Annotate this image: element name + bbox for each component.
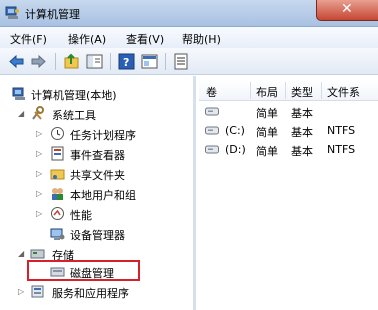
up-folder-icon[interactable] [63, 53, 80, 70]
tree-label: 计算机管理(本地) [31, 89, 117, 102]
cell-type: 基本 [291, 107, 313, 120]
window-title: 计算机管理 [25, 8, 80, 21]
menu-view[interactable]: 查看(V) [126, 31, 164, 47]
column-header-layout[interactable]: 布局 [256, 84, 278, 100]
cell-layout: 简单 [256, 107, 278, 120]
event-viewer-icon [51, 146, 64, 161]
tree-item-event-viewer[interactable]: ▷ 事件查看器 [0, 144, 195, 164]
forward-arrow-icon[interactable] [30, 53, 47, 70]
cell-filesystem: NTFS [327, 143, 356, 156]
storage-icon [30, 249, 45, 259]
shared-folder-icon [50, 169, 65, 180]
computer-management-icon [5, 6, 19, 19]
disk-icon [205, 145, 219, 154]
clock-icon [51, 127, 64, 140]
highlight-annotation [27, 260, 140, 281]
disk-icon [205, 107, 219, 116]
show-hide-tree-icon[interactable] [86, 53, 103, 70]
tree-item-shared-folders[interactable]: ▷ 共享文件夹 [0, 164, 195, 184]
performance-icon [51, 207, 64, 220]
toolbar: ? [0, 48, 378, 75]
menu-bar: 文件(F) 操作(A) 查看(V) 帮助(H) [0, 27, 378, 48]
menu-action[interactable]: 操作(A) [68, 31, 106, 47]
tree-item-device-manager[interactable]: 设备管理器 [0, 224, 195, 244]
tree-item-local-users-groups[interactable]: ▷ 本地用户和组 [0, 184, 195, 204]
cell-filesystem: NTFS [327, 124, 356, 137]
computer-management-icon [12, 87, 25, 100]
tree-label: 本地用户和组 [70, 189, 136, 202]
toolbar-separator [165, 53, 166, 70]
tree-item-services-applications[interactable]: ▷ 服务和应用程序 [0, 282, 195, 302]
toolbar-separator [55, 53, 56, 70]
column-header-type[interactable]: 类型 [291, 84, 313, 100]
title-bar: 计算机管理 ✕ [0, 0, 378, 27]
back-arrow-icon[interactable] [8, 53, 25, 70]
device-manager-icon [50, 228, 65, 240]
disk-icon [205, 126, 219, 135]
collapsed-arrow-icon[interactable]: ▷ [18, 287, 26, 296]
tree-label: 事件查看器 [70, 149, 125, 162]
list-header: 卷 布局 类型 文件系 [199, 80, 378, 101]
cell-layout: 简单 [256, 145, 278, 158]
collapsed-arrow-icon[interactable]: ▷ [36, 149, 44, 158]
table-row[interactable]: (C:) 简单 基本 NTFS [199, 121, 378, 141]
close-button[interactable]: ✕ [316, 0, 378, 21]
tree-item-computer-management[interactable]: 计算机管理(本地) [0, 84, 195, 104]
users-icon [52, 188, 63, 200]
svg-text:?: ? [123, 56, 129, 69]
close-icon: ✕ [341, 1, 353, 17]
tree-item-system-tools[interactable]: ◢ 系统工具 [0, 104, 195, 124]
collapsed-arrow-icon[interactable]: ▷ [36, 169, 44, 178]
tree-label: 系统工具 [52, 109, 96, 122]
tree-item-task-scheduler[interactable]: ▷ 任务计划程序 [0, 124, 195, 144]
tree-item-performance[interactable]: ▷ 性能 [0, 204, 195, 224]
toolbar-separator [110, 53, 111, 70]
export-list-icon[interactable] [173, 53, 190, 70]
table-row[interactable]: (D:) 简单 基本 NTFS [199, 140, 378, 160]
expanded-arrow-icon[interactable]: ◢ [18, 109, 26, 118]
collapsed-arrow-icon[interactable]: ▷ [36, 209, 44, 218]
cell-type: 基本 [291, 145, 313, 158]
tree-label: 性能 [70, 209, 92, 222]
menu-file[interactable]: 文件(F) [10, 31, 47, 47]
cell-volume: (D:) [225, 143, 246, 156]
collapsed-arrow-icon[interactable]: ▷ [36, 189, 44, 198]
cell-layout: 简单 [256, 126, 278, 139]
column-header-volume[interactable]: 卷 [206, 84, 217, 100]
tree-label: 设备管理器 [70, 229, 125, 242]
cell-volume: (C:) [225, 124, 245, 137]
tree-label: 共享文件夹 [70, 169, 125, 182]
tools-icon [32, 106, 44, 120]
volume-list: 卷 布局 类型 文件系 简单 基本 (C:) 简单 基本 NTFS (D:) 简… [199, 76, 378, 310]
services-icon [31, 285, 44, 298]
tree-label: 服务和应用程序 [52, 287, 129, 300]
table-row[interactable]: 简单 基本 [199, 102, 378, 122]
help-icon[interactable]: ? [118, 53, 135, 70]
collapsed-arrow-icon[interactable]: ▷ [36, 129, 44, 138]
column-header-filesystem[interactable]: 文件系 [327, 84, 360, 100]
column-divider[interactable] [285, 82, 286, 99]
column-divider[interactable] [321, 82, 322, 99]
properties-icon[interactable] [141, 53, 158, 70]
column-divider[interactable] [250, 82, 251, 99]
expanded-arrow-icon[interactable]: ◢ [18, 249, 26, 258]
menu-help[interactable]: 帮助(H) [182, 31, 221, 47]
cell-type: 基本 [291, 126, 313, 139]
tree-label: 任务计划程序 [70, 129, 136, 142]
